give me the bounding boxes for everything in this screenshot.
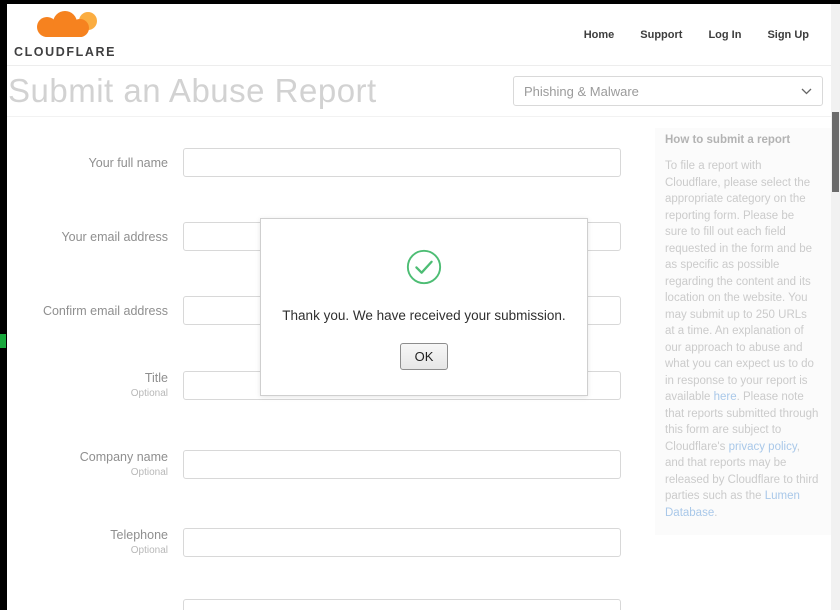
nav-sign-up[interactable]: Sign Up (767, 29, 809, 41)
full-name-input[interactable] (183, 148, 621, 177)
vertical-scrollbar-thumb[interactable] (832, 112, 839, 192)
link-privacy-policy[interactable]: privacy policy (729, 441, 797, 453)
cloudflare-logo[interactable]: CLOUDFLARE (13, 10, 117, 62)
sidebar-text: . (714, 506, 718, 519)
abuse-category-select[interactable]: Phishing & Malware (513, 76, 823, 106)
link-here[interactable]: here (714, 391, 737, 403)
sidebar-text: To file a report with Cloudflare, please… (665, 160, 814, 403)
nav-log-in[interactable]: Log In (708, 29, 741, 41)
window-frame-left (0, 0, 7, 610)
form-row-full-name: Your full name (8, 148, 621, 177)
field-label: Title (144, 371, 168, 385)
page-title: Submit an Abuse Report (8, 72, 377, 109)
title-bar: Submit an Abuse Report Phishing & Malwar… (7, 66, 831, 116)
selected-category: Phishing & Malware (524, 83, 639, 99)
brand-text: CLOUDFLARE (13, 45, 117, 59)
field-label: Your email address (61, 229, 168, 244)
telephone-input[interactable] (183, 528, 621, 557)
next-field-input[interactable] (183, 599, 621, 610)
success-check-icon (405, 248, 443, 291)
ok-button[interactable]: OK (399, 343, 449, 370)
optional-label: Optional (130, 388, 168, 399)
nav-home[interactable]: Home (584, 29, 615, 41)
vertical-scrollbar-track[interactable] (831, 4, 840, 610)
optional-label: Optional (130, 467, 168, 478)
site-header: CLOUDFLARE Home Support Log In Sign Up (7, 4, 831, 66)
optional-label: Optional (130, 545, 168, 556)
form-row-telephone: Telephone Optional (8, 528, 621, 557)
chevron-down-icon (801, 82, 812, 100)
form-row-company: Company name Optional (8, 450, 621, 479)
nav-support[interactable]: Support (640, 29, 682, 41)
content-divider (7, 116, 831, 117)
sidebar-body: To file a report with Cloudflare, please… (665, 158, 819, 521)
submission-confirmation-dialog: Thank you. We have received your submiss… (260, 218, 588, 396)
confirmation-message: Thank you. We have received your submiss… (282, 308, 566, 323)
company-name-input[interactable] (183, 450, 621, 479)
sidebar-heading: How to submit a report (665, 134, 791, 146)
green-screen-artifact (0, 334, 6, 348)
cloudflare-cloud-icon (20, 11, 110, 46)
field-label: Telephone (110, 528, 168, 542)
top-nav: Home Support Log In Sign Up (584, 4, 809, 66)
window-frame-top (0, 0, 840, 4)
field-label: Company name (79, 450, 168, 464)
form-row-partial (8, 599, 621, 610)
field-label: Your full name (88, 155, 168, 170)
help-sidebar: How to submit a report To file a report … (655, 128, 831, 535)
field-label: Confirm email address (42, 303, 168, 318)
browser-viewport: CLOUDFLARE Home Support Log In Sign Up S… (0, 0, 840, 610)
